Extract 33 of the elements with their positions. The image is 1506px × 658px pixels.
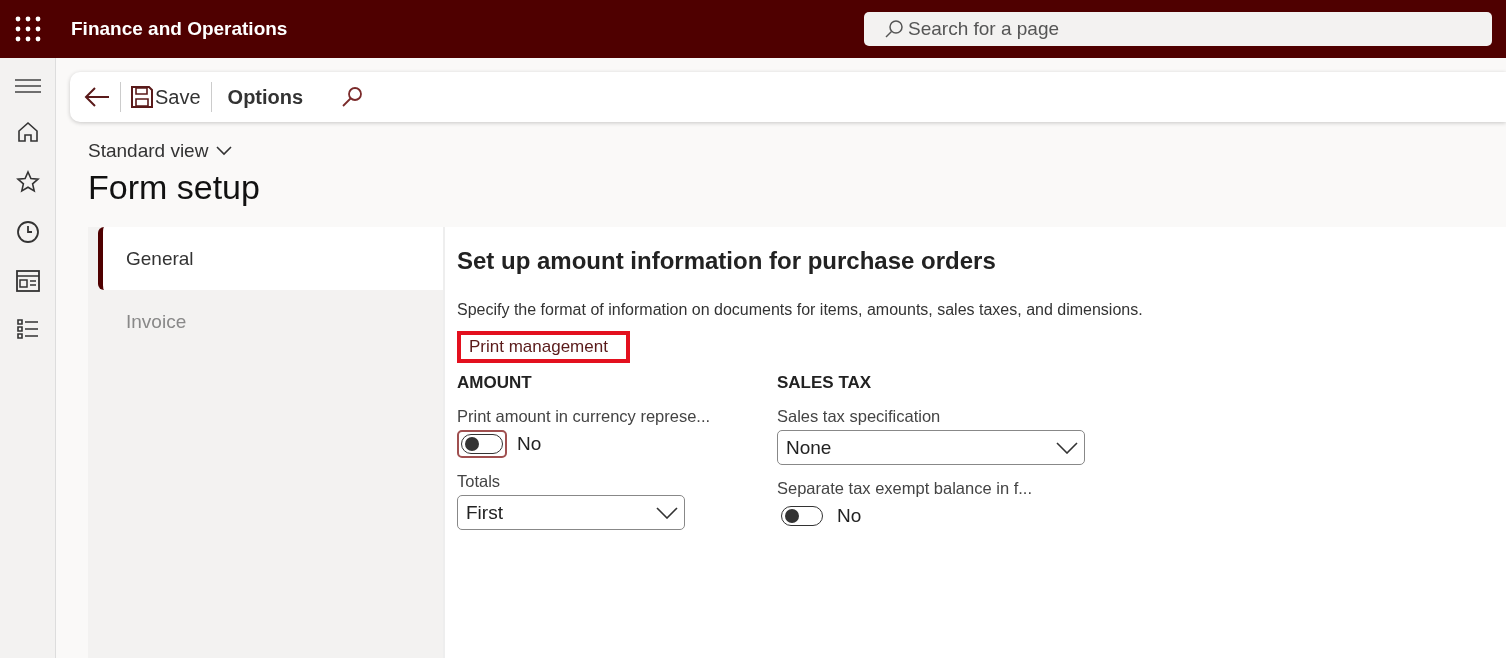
section-title: Set up amount information for purchase orders [457,247,997,275]
dropdown-field[interactable]: None [777,430,1085,465]
workspace-icon[interactable] [15,270,40,292]
menu-icon[interactable] [14,78,41,94]
chevron-down-icon [216,146,233,156]
field-label: Totals [457,472,502,491]
vertical-tab[interactable]: General [98,227,443,290]
search-icon[interactable] [341,86,364,108]
section-description: Specify the format of information on documents for items, amounts, sales taxes, and dimensions. [457,301,1144,319]
field-label: Sales tax specification [777,407,942,426]
star-icon[interactable] [15,170,40,194]
page-title: Form setup [88,168,261,207]
group-heading: AMOUNT [457,373,533,393]
group-heading: SALES TAX [777,373,873,393]
search-icon [884,19,904,39]
field-label: Print amount in currency represe... [457,407,712,426]
chevron-down-icon [1056,441,1078,454]
clock-icon[interactable] [15,220,40,244]
toggle-value: No [837,505,862,527]
options-button[interactable]: Options [219,81,312,113]
search-field[interactable]: Search for a page [864,12,1492,46]
dropdown-field[interactable]: First [457,495,685,530]
chevron-down-icon [656,506,678,519]
view-selector[interactable]: Standard view [88,140,233,162]
home-icon[interactable] [15,120,40,144]
toggle-value: No [517,433,542,455]
print-management-link[interactable]: Print management [457,331,630,363]
save-icon [131,86,153,108]
list-icon[interactable] [15,318,40,340]
save-button[interactable]: Save [129,81,203,113]
app-title: Finance and Operations [71,18,288,40]
app-launcher-icon[interactable] [15,16,41,42]
field-label: Separate tax exempt balance in f... [777,479,1033,498]
